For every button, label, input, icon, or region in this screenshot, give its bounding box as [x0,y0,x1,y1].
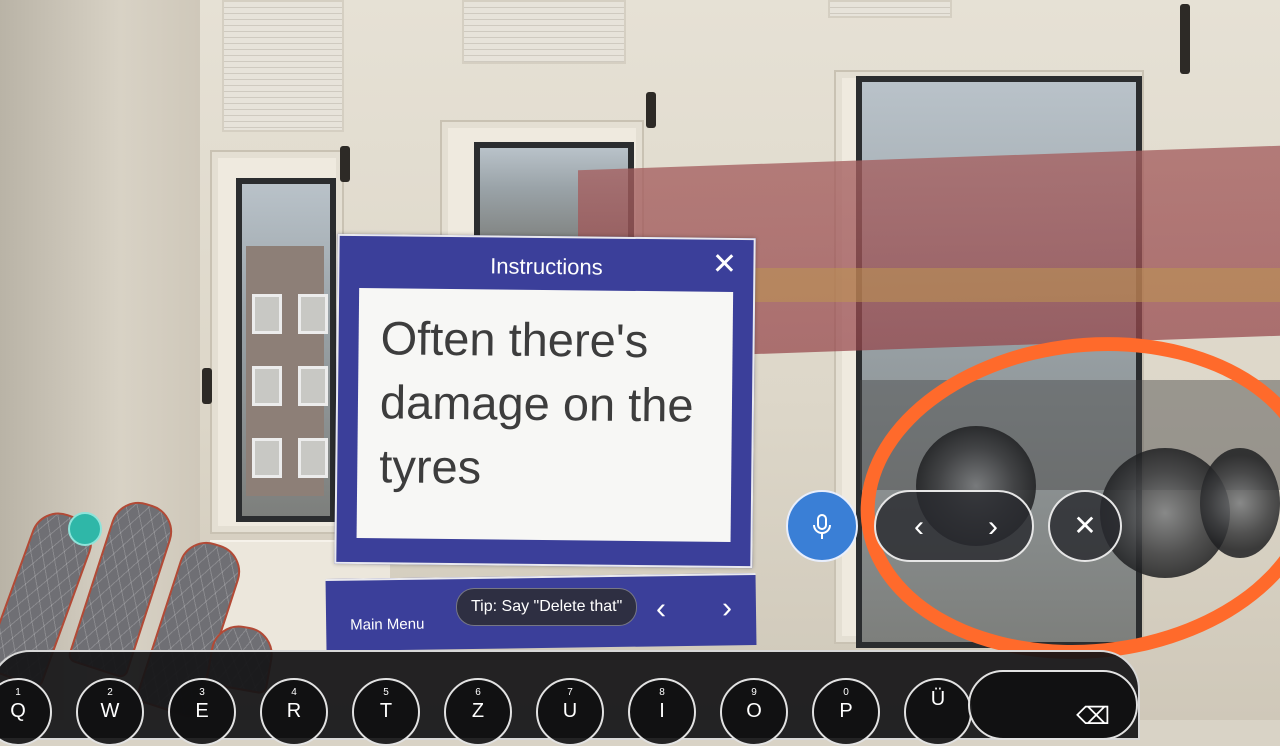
building-window [252,366,282,406]
window-handle [202,368,212,404]
window-blind [222,0,344,132]
keyboard-key[interactable]: 7U [536,678,604,746]
microphone-icon [813,514,831,539]
keyboard-key[interactable]: 5T [352,678,420,746]
key-letter: W [100,700,120,722]
hand-tracking-mesh [0,490,278,720]
key-letter: T [379,700,393,722]
chevron-right-icon[interactable]: › [722,591,732,625]
key-letter: R [286,700,302,722]
building-window [252,438,282,478]
instructions-panel: Instructions ✕ Often there's damage on t… [334,233,756,569]
backspace-icon: ⌫ [1076,703,1110,730]
key-letter: O [746,700,762,722]
key-number: 9 [751,687,757,698]
key-letter: P [839,700,853,722]
truck-stripe [740,268,1280,302]
window-blind [828,0,952,18]
keyboard-key[interactable]: 6Z [444,678,512,746]
keyboard-key[interactable]: 0P [812,678,880,746]
key-letter: Q [10,700,26,722]
key-number: 0 [843,687,849,698]
chevron-left-icon[interactable]: ‹ [656,592,666,626]
key-letter: E [195,700,209,722]
keyboard-key[interactable]: 3E [168,678,236,746]
key-number: 7 [567,687,573,698]
next-step-button[interactable]: › [968,502,1018,552]
building-window [298,438,328,478]
keyboard-key[interactable]: 9O [720,678,788,746]
key-number: 2 [107,687,113,698]
key-letter: I [659,700,665,722]
backspace-key[interactable]: ⌫ [968,670,1138,740]
key-number: 1 [15,687,21,698]
voice-tip: Tip: Say "Delete that" [456,588,638,626]
window-handle [340,146,350,182]
key-letter: U [562,700,578,722]
key-number: 8 [659,687,665,698]
close-button[interactable]: ✕ [1048,490,1122,562]
building-window [298,294,328,334]
instructions-title: Instructions [490,253,603,280]
key-number: 6 [475,687,481,698]
keyboard-key[interactable]: 4R [260,678,328,746]
keyboard-key[interactable]: 8I [628,678,696,746]
window-handle [1180,4,1190,74]
key-letter: Ü [930,688,946,710]
step-navigation: ‹ › [874,490,1034,562]
building-window [298,366,328,406]
key-number: 4 [291,687,297,698]
building-window [252,294,282,334]
instructions-text: Often there's damage on the tyres [356,288,734,542]
window-blind [462,0,626,64]
fingertip-cursor [68,512,102,546]
keyboard-key[interactable]: Ü [904,678,972,746]
close-icon[interactable]: ✕ [709,248,739,281]
window-handle [646,92,656,128]
main-menu-button[interactable]: Main Menu [350,616,424,634]
keyboard-key[interactable]: 2W [76,678,144,746]
key-letter: Z [471,700,485,722]
key-number: 5 [383,687,389,698]
microphone-button[interactable] [786,490,858,562]
key-number: 3 [199,687,205,698]
previous-step-button[interactable]: ‹ [894,502,944,552]
